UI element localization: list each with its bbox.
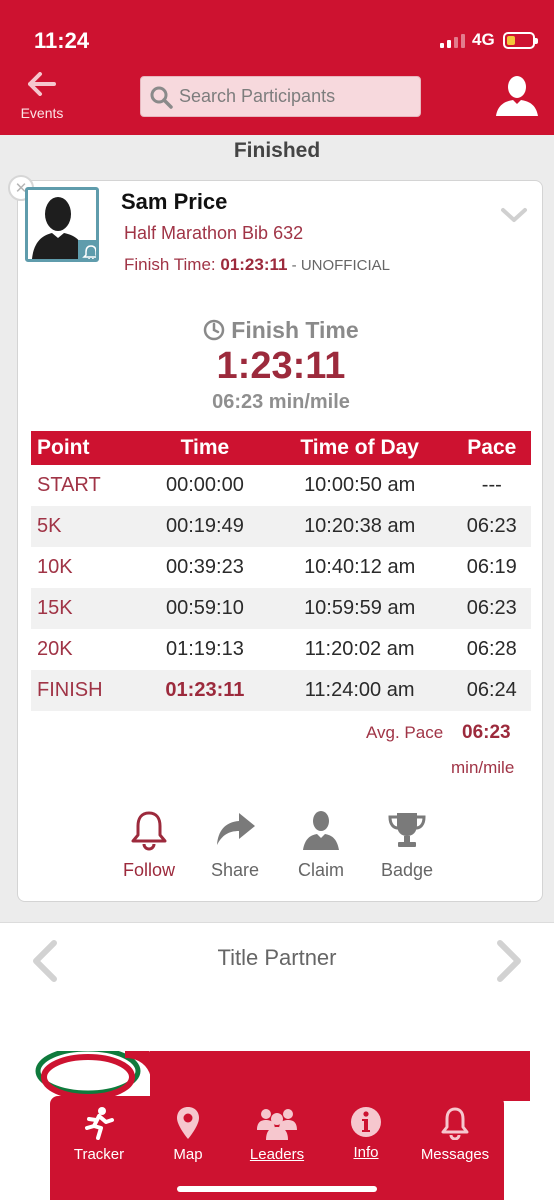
col-header-point: Point bbox=[31, 431, 144, 465]
signal-icon bbox=[440, 34, 465, 48]
col-header-time: Time bbox=[143, 431, 267, 465]
share-arrow-icon bbox=[217, 813, 255, 845]
finish-time-prefix: Finish Time: bbox=[124, 255, 221, 274]
table-row: START 00:00:00 10:00:50 am --- bbox=[31, 465, 531, 506]
claim-label: Claim bbox=[297, 860, 344, 880]
finish-time-line: Finish Time: 01:23:11 - UNOFFICIAL bbox=[124, 255, 390, 275]
cell-time-of-day: 11:20:02 am bbox=[304, 638, 415, 660]
table-row: 15K 00:59:10 10:59:59 am 06:23 bbox=[31, 588, 531, 629]
splits-header-row: Point Time Time of Day Pace bbox=[31, 431, 531, 465]
table-row: 5K 00:19:49 10:20:38 am 06:23 bbox=[31, 506, 531, 547]
tab-messages-label: Messages bbox=[420, 1146, 490, 1163]
cell-time-of-day: 10:40:12 am bbox=[304, 556, 416, 578]
unofficial-label: - UNOFFICIAL bbox=[287, 257, 390, 274]
cell-time: 01:23:11 bbox=[143, 670, 267, 711]
user-icon bbox=[303, 811, 339, 850]
arrow-left-icon bbox=[28, 72, 56, 96]
finish-pace: 06:23 min/mile bbox=[212, 391, 350, 413]
tab-info-label: Info bbox=[353, 1144, 379, 1161]
partner-title: Title Partner bbox=[217, 945, 337, 970]
share-label: Share bbox=[210, 860, 260, 880]
cell-time: 00:39:23 bbox=[165, 556, 244, 578]
network-type: 4G bbox=[472, 30, 495, 49]
runner-card: ✕ Sam Price Half Marathon Bib 632 Finish… bbox=[8, 175, 544, 902]
cell-time: 00:59:10 bbox=[143, 588, 267, 629]
tab-tracker[interactable]: Tracker bbox=[56, 1106, 142, 1200]
cell-time-of-day: 10:20:38 am bbox=[266, 506, 453, 547]
col-header-pace: Pace bbox=[452, 431, 531, 465]
finish-time-heading: Finish Time bbox=[18, 317, 544, 344]
cell-point: FINISH bbox=[31, 670, 144, 711]
cell-pace: 06:24 bbox=[452, 670, 531, 711]
cell-pace: 06:23 bbox=[452, 588, 531, 629]
search-box[interactable] bbox=[140, 76, 421, 117]
share-button[interactable]: Share bbox=[192, 809, 278, 889]
finish-time-heading-label: Finish Time bbox=[231, 317, 359, 343]
cell-time: 00:19:49 bbox=[143, 506, 267, 547]
group-icon bbox=[257, 1109, 297, 1140]
avg-pace-label: Avg. Pace bbox=[366, 723, 444, 742]
action-bar: Follow Share Claim Badge bbox=[106, 809, 466, 889]
follow-button[interactable]: Follow bbox=[106, 809, 192, 889]
bell-icon bbox=[131, 811, 167, 851]
cell-point: 10K bbox=[37, 556, 73, 578]
race-info: Half Marathon Bib 632 bbox=[124, 223, 304, 243]
avg-pace-unit: min/mile bbox=[451, 758, 515, 777]
events-back-button[interactable]: Events bbox=[14, 72, 70, 124]
search-input[interactable] bbox=[179, 86, 409, 107]
cell-point: START bbox=[37, 474, 101, 496]
bell-icon bbox=[441, 1107, 469, 1140]
cell-point: 20K bbox=[37, 638, 73, 660]
bell-icon bbox=[78, 240, 96, 259]
profile-button[interactable] bbox=[494, 74, 540, 118]
badge-button[interactable]: Badge bbox=[364, 809, 450, 889]
back-label: Events bbox=[20, 105, 64, 121]
avg-pace-value: 06:23 bbox=[462, 722, 511, 743]
map-pin-icon bbox=[177, 1107, 199, 1139]
cell-time-of-day: 11:24:00 am bbox=[266, 670, 453, 711]
avatar bbox=[25, 187, 99, 262]
table-row: 10K 00:39:23 10:40:12 am 06:19 bbox=[31, 547, 531, 588]
cell-time-of-day: 10:59:59 am bbox=[266, 588, 453, 629]
cell-pace: 06:19 bbox=[466, 556, 517, 578]
runner-icon bbox=[85, 1107, 114, 1140]
clock-icon bbox=[204, 319, 225, 341]
tab-messages[interactable]: Messages bbox=[412, 1106, 498, 1200]
search-icon bbox=[150, 86, 173, 109]
bottom-tab-bar: Tracker Map Leaders Info Messages bbox=[50, 1096, 504, 1200]
cell-point: 5K bbox=[31, 506, 144, 547]
section-title: Finished bbox=[233, 139, 321, 162]
cell-pace: 06:23 bbox=[452, 506, 531, 547]
home-indicator bbox=[177, 1186, 377, 1192]
finish-time-value: 01:23:11 bbox=[220, 255, 288, 274]
user-icon bbox=[496, 76, 538, 116]
cell-time-of-day: 10:00:50 am bbox=[304, 474, 416, 496]
chevron-right-icon[interactable] bbox=[494, 939, 524, 983]
info-icon bbox=[351, 1107, 381, 1137]
chevron-down-icon[interactable] bbox=[500, 205, 528, 225]
tab-tracker-label: Tracker bbox=[73, 1146, 125, 1163]
claim-button[interactable]: Claim bbox=[278, 809, 364, 889]
table-row: 20K 01:19:13 11:20:02 am 06:28 bbox=[31, 629, 531, 670]
tab-map-label: Map bbox=[173, 1146, 203, 1163]
runner-name: Sam Price bbox=[121, 189, 228, 214]
cell-pace: 06:28 bbox=[466, 638, 517, 660]
splits-table: Point Time Time of Day Pace START 00:00:… bbox=[31, 431, 531, 711]
finish-time-big: 1:23:11 bbox=[216, 345, 346, 387]
status-time: 11:24 bbox=[34, 28, 90, 53]
tab-leaders-label: Leaders bbox=[249, 1146, 305, 1163]
battery-icon bbox=[503, 32, 538, 49]
table-row: FINISH 01:23:11 11:24:00 am 06:24 bbox=[31, 670, 531, 711]
cell-point: 15K bbox=[31, 588, 144, 629]
col-header-time-of-day: Time of Day bbox=[266, 431, 453, 465]
trophy-icon bbox=[388, 813, 426, 847]
app-header: 11:24 4G Events bbox=[0, 0, 554, 135]
cell-time: 01:19:13 bbox=[165, 638, 244, 660]
cell-pace: --- bbox=[481, 474, 502, 496]
badge-label: Badge bbox=[380, 860, 434, 880]
cell-time: 00:00:00 bbox=[165, 474, 244, 496]
follow-label: Follow bbox=[122, 860, 175, 880]
